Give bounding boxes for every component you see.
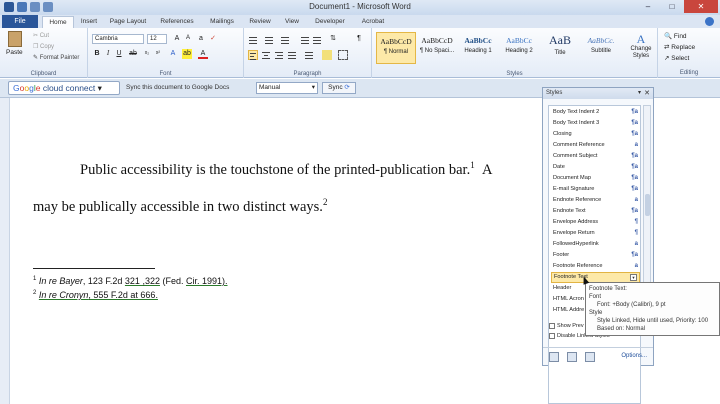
style-type-icon: ¶ (634, 219, 638, 225)
checkbox-icon (549, 333, 555, 339)
style-item-label: Closing (553, 131, 572, 137)
show-preview-checkbox[interactable]: Show Prev (549, 323, 584, 329)
style-item-label: Date (553, 164, 565, 170)
style-item[interactable]: Endnote Text ¶a (551, 206, 640, 217)
style-item-label: Footer (553, 252, 570, 258)
style-type-icon: a (634, 263, 638, 269)
body-text: Public accessibility is the touchstone o… (80, 161, 471, 178)
manage-styles-icon[interactable] (585, 352, 595, 362)
style-item-label: Comment Subject (553, 153, 598, 159)
style-item[interactable]: Closing ¶a (551, 129, 640, 140)
style-type-icon: ¶a (631, 131, 638, 137)
style-item-label: Document Map (553, 175, 591, 181)
document-line-1[interactable]: Public accessibility is the touchstone o… (80, 160, 492, 179)
style-item[interactable]: E-mail Signature ¶a (551, 184, 640, 195)
style-item[interactable]: Footer ¶a (551, 250, 640, 261)
body-text: may be publically accessible in two dist… (33, 198, 323, 215)
citation-part: , 555 F.2d at 666. (88, 290, 158, 300)
style-tooltip: Footnote Text: Font Font: +Body (Calibri… (585, 282, 720, 336)
style-type-icon: ¶a (631, 153, 638, 159)
citation-part: 321 ,322 (124, 276, 160, 286)
citation-part: Cir. (185, 276, 200, 286)
tooltip-line: Based on: Normal (597, 326, 646, 332)
style-item-label: HTML Acron (553, 296, 584, 302)
style-item[interactable]: Endnote Reference a (551, 195, 640, 206)
style-item[interactable]: Body Text Indent 3 ¶a (551, 118, 640, 129)
citation-part: (Fed. (159, 276, 186, 286)
styles-pane-header: Styles ▾ ✕ (543, 88, 653, 99)
styles-pane-title: Styles (546, 90, 563, 96)
style-item-label: Header (553, 285, 572, 291)
chevron-down-icon[interactable]: ▼ (630, 274, 637, 281)
style-inspector-icon[interactable] (567, 352, 577, 362)
tooltip-line: Style Linked, Hide until used, Priority:… (597, 318, 709, 324)
style-item-label: HTML Addre (553, 307, 585, 313)
style-type-icon: ¶a (631, 164, 638, 170)
style-type-icon: ¶a (631, 109, 638, 115)
footnote-ref: 1 (470, 160, 475, 170)
style-item-label: Comment Reference (553, 142, 605, 148)
style-item-label: Body Text Indent 3 (553, 120, 600, 126)
document-line-2[interactable]: may be publically accessible in two dist… (33, 197, 327, 216)
style-type-icon: ¶a (631, 120, 638, 126)
citation-part: 1991). (199, 276, 228, 286)
scrollbar-thumb[interactable] (645, 194, 650, 216)
tooltip-line: Font (589, 294, 602, 300)
style-type-icon: ¶a (631, 208, 638, 214)
footnote-1[interactable]: 1 In re Bayer, 123 F.2d 321 ,322 (Fed. C… (33, 276, 228, 286)
style-item-label: Envelope Address (553, 219, 599, 225)
options-link[interactable]: Options... (621, 353, 647, 359)
new-style-icon[interactable] (549, 352, 559, 362)
tooltip-line: Style (589, 310, 603, 316)
close-icon[interactable]: ✕ (644, 88, 650, 99)
case-name: In re Cronyn (38, 290, 89, 300)
footnote-2[interactable]: 2 In re Cronyn, 555 F.2d at 666. (33, 290, 158, 300)
chevron-down-icon[interactable]: ▾ (638, 88, 641, 99)
checkbox-icon (549, 323, 555, 329)
body-text: A (481, 161, 493, 178)
style-item-label: Body Text Indent 2 (553, 109, 600, 115)
style-item[interactable]: Body Text Indent 2 ¶a (551, 107, 640, 118)
style-type-icon: a (634, 197, 638, 203)
styles-scrollbar[interactable] (643, 105, 651, 307)
style-item-label: E-mail Signature (553, 186, 595, 192)
style-item[interactable]: Footnote Reference a (551, 261, 640, 272)
style-item[interactable]: Comment Subject ¶a (551, 151, 640, 162)
styles-pane-footer: Options... (543, 347, 653, 365)
style-item-label: Footnote Reference (553, 263, 603, 269)
style-type-icon: ¶ (634, 230, 638, 236)
style-item[interactable]: Date ¶a (551, 162, 640, 173)
footnote-ref: 2 (322, 197, 328, 207)
tooltip-line: Font: +Body (Calibri), 9 pt (597, 302, 666, 308)
style-item[interactable]: Envelope Return ¶ (551, 228, 640, 239)
style-type-icon: a (634, 142, 638, 148)
style-item[interactable]: FollowedHyperlink a (551, 239, 640, 250)
style-item-label: Endnote Text (553, 208, 586, 214)
style-item[interactable]: Comment Reference a (551, 140, 640, 151)
style-item-label: Endnote Reference (553, 197, 602, 203)
style-type-icon: ¶a (631, 186, 638, 192)
style-item[interactable]: Envelope Address ¶ (551, 217, 640, 228)
style-item-label: Envelope Return (553, 230, 595, 236)
citation-part: , 123 F.2d (82, 276, 125, 286)
style-type-icon: ¶a (631, 175, 638, 181)
style-type-icon: ¶a (631, 252, 638, 258)
footnote-number: 2 (33, 290, 37, 296)
tooltip-line: Footnote Text: (589, 286, 627, 292)
style-item-label: FollowedHyperlink (553, 241, 599, 247)
case-name: In re Bayer (38, 276, 83, 286)
show-preview-label: Show Prev (557, 323, 584, 329)
style-item[interactable]: Document Map ¶a (551, 173, 640, 184)
footnote-number: 1 (33, 276, 37, 282)
style-type-icon: a (634, 241, 638, 247)
footnote-separator (33, 268, 155, 269)
